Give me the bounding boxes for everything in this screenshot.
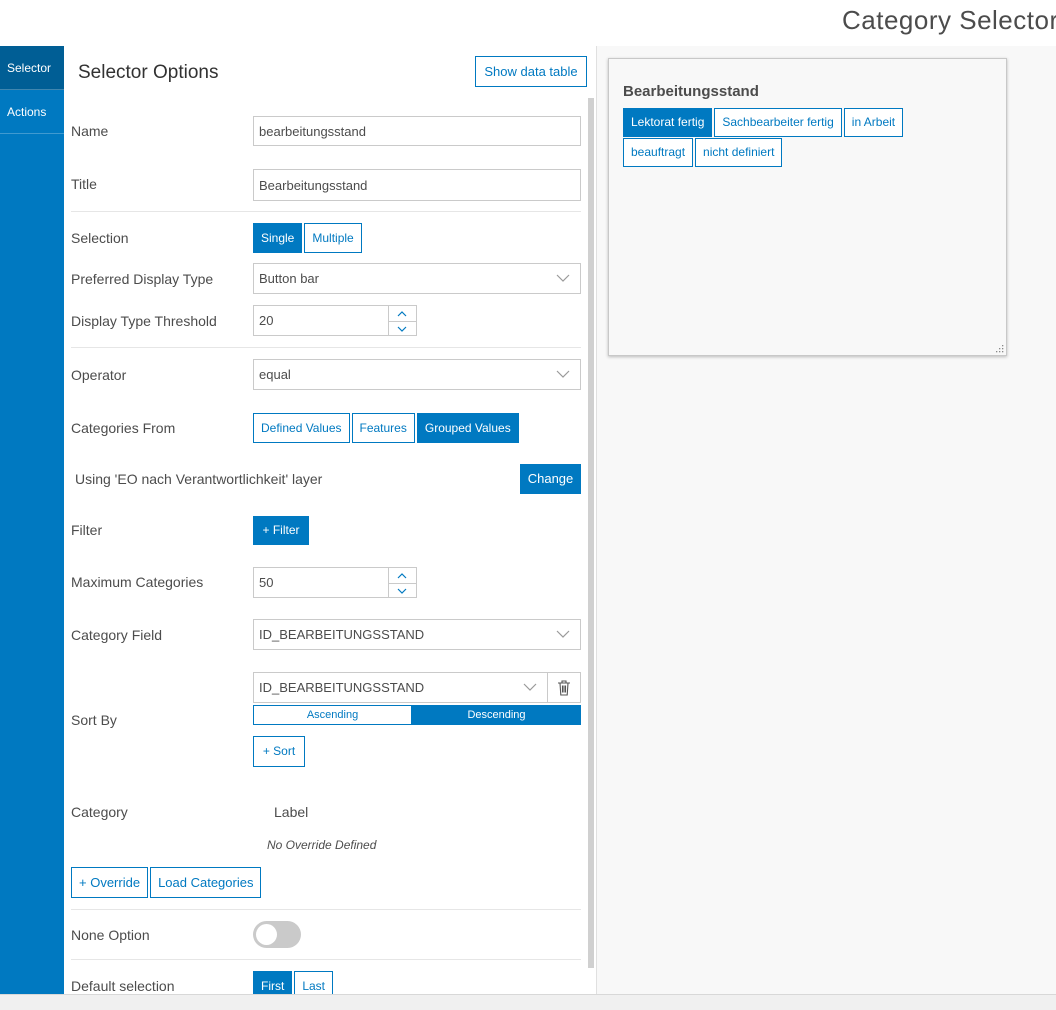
load-categories-button[interactable]: Load Categories [150, 867, 262, 898]
add-sort-button[interactable]: + Sort [253, 736, 305, 767]
default-first-button[interactable]: First [253, 971, 293, 994]
name-input[interactable] [253, 116, 581, 146]
sort-field-value: ID_BEARBEITUNGSSTAND [259, 680, 425, 695]
title-input[interactable] [253, 169, 581, 201]
sidebar-item-selector[interactable]: Selector [0, 46, 64, 90]
chevron-down-icon [556, 264, 570, 293]
divider [71, 211, 581, 212]
selection-toggle: Single Multiple [253, 223, 364, 253]
override-actions: + Override Load Categories [71, 867, 263, 898]
default-last-button[interactable]: Last [294, 971, 334, 994]
add-override-button[interactable]: + Override [71, 867, 149, 898]
panel-scrollbar[interactable] [588, 98, 594, 968]
defined-values-button[interactable]: Defined Values [253, 413, 350, 443]
threshold-label: Display Type Threshold [71, 313, 217, 329]
selector-options-panel: Selector Options Show data table Name Ti… [64, 46, 594, 994]
divider [71, 909, 581, 910]
toggle-knob [256, 924, 277, 945]
sidebar-item-actions[interactable]: Actions [0, 90, 64, 134]
category-field-label: Category Field [71, 627, 163, 643]
sort-ascending-button[interactable]: Ascending [253, 705, 412, 725]
categories-from-label: Categories From [71, 420, 176, 436]
none-option-toggle[interactable] [253, 921, 301, 948]
label-column-header: Label [274, 804, 309, 820]
max-categories-stepper [389, 567, 417, 598]
grouped-values-button[interactable]: Grouped Values [416, 413, 519, 443]
name-label: Name [71, 123, 109, 139]
sort-descending-button[interactable]: Descending [412, 705, 581, 725]
category-button-lektorat-fertig[interactable]: Lektorat fertig [623, 108, 713, 137]
category-column-header: Category [71, 804, 128, 820]
default-selection-label: Default selection [71, 978, 175, 994]
selection-single-button[interactable]: Single [253, 223, 303, 253]
operator-select[interactable]: equal [253, 359, 581, 390]
operator-label: Operator [71, 367, 127, 383]
display-type-label: Preferred Display Type [71, 271, 214, 287]
max-categories-input[interactable] [253, 567, 389, 598]
category-selector-preview: Bearbeitungsstand Lektorat fertig Sachbe… [608, 58, 1007, 356]
display-type-value: Button bar [259, 271, 319, 286]
sort-direction-toggle: Ascending Descending [253, 705, 581, 725]
delete-sort-button[interactable] [548, 672, 581, 703]
divider [71, 347, 581, 348]
step-up-icon[interactable] [389, 306, 416, 321]
sidebar: Selector Actions [0, 46, 64, 994]
category-button-row: Lektorat fertig Sachbearbeiter fertig in… [623, 108, 905, 137]
sort-by-label: Sort By [71, 712, 117, 728]
add-filter-button[interactable]: + Filter [253, 516, 309, 545]
title-label: Title [71, 176, 97, 192]
category-button-nicht-definiert[interactable]: nicht definiert [695, 138, 783, 167]
sort-field-select[interactable]: ID_BEARBEITUNGSSTAND [253, 672, 548, 703]
preview-title: Bearbeitungsstand [623, 83, 759, 100]
step-up-icon[interactable] [389, 568, 416, 583]
step-down-icon[interactable] [389, 320, 416, 336]
divider [71, 959, 581, 960]
category-button-beauftragt[interactable]: beauftragt [623, 138, 694, 167]
chevron-down-icon [556, 360, 570, 389]
category-field-value: ID_BEARBEITUNGSSTAND [259, 627, 425, 642]
panel-title: Selector Options [78, 62, 219, 83]
category-button-in-arbeit[interactable]: in Arbeit [843, 108, 904, 137]
resize-handle-icon[interactable] [994, 343, 1004, 353]
threshold-input[interactable] [253, 305, 389, 336]
layer-text: Using 'EO nach Verantwortlichkeit' layer [75, 471, 323, 487]
show-data-table-button[interactable]: Show data table [475, 56, 587, 87]
default-selection-toggle: First Last [253, 971, 335, 994]
panel-header: Selector Options Show data table [64, 46, 594, 98]
features-button[interactable]: Features [351, 413, 415, 443]
categories-from-toggle: Defined Values Features Grouped Values [253, 413, 521, 443]
trash-icon [558, 680, 570, 696]
max-categories-label: Maximum Categories [71, 574, 204, 590]
change-layer-button[interactable]: Change [520, 464, 581, 494]
filter-label: Filter [71, 522, 103, 538]
threshold-stepper [389, 305, 417, 336]
selection-label: Selection [71, 230, 129, 246]
bottom-bar [0, 994, 1056, 1010]
operator-value: equal [259, 367, 291, 382]
app-title-bar: Category Selector [0, 0, 1056, 46]
step-down-icon[interactable] [389, 582, 416, 598]
no-override-text: No Override Defined [267, 838, 377, 852]
display-type-select[interactable]: Button bar [253, 263, 581, 294]
none-option-label: None Option [71, 927, 150, 943]
app-title: Category Selector [842, 5, 1056, 35]
category-button-sachbearbeiter-fertig[interactable]: Sachbearbeiter fertig [714, 108, 842, 137]
category-field-select[interactable]: ID_BEARBEITUNGSSTAND [253, 619, 581, 650]
chevron-down-icon [523, 673, 537, 702]
chevron-down-icon [556, 620, 570, 649]
selection-multiple-button[interactable]: Multiple [304, 223, 362, 253]
category-button-row: beauftragt nicht definiert [623, 138, 784, 167]
preview-area: Bearbeitungsstand Lektorat fertig Sachbe… [596, 46, 1056, 994]
